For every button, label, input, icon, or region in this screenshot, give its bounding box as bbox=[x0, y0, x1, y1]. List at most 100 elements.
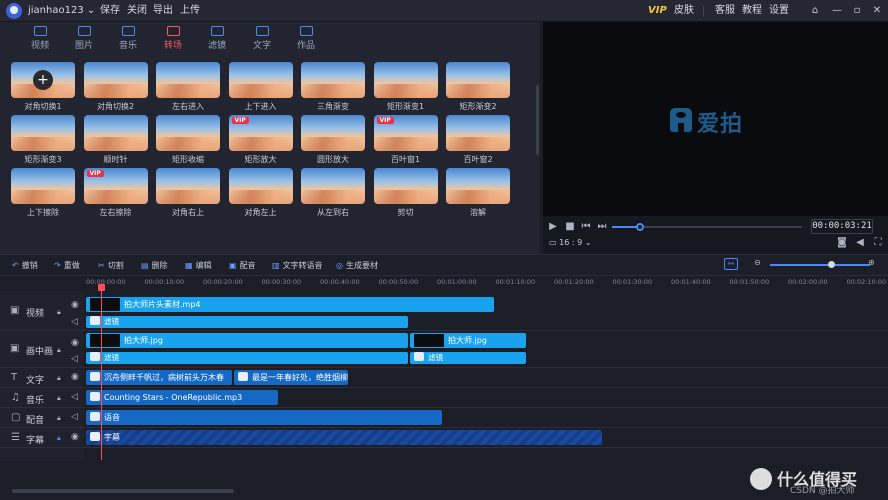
lock-icon[interactable]: 🔒︎ bbox=[57, 394, 61, 403]
filter-clip[interactable]: 滤镜 bbox=[86, 316, 408, 328]
transition-item[interactable]: 矩形渐变1 bbox=[373, 62, 438, 112]
tab-filter[interactable]: 滤镜 bbox=[197, 22, 237, 51]
support-menu[interactable]: 客服 bbox=[715, 0, 735, 22]
zoom-in-icon[interactable]: ⊕ bbox=[868, 258, 875, 267]
playhead-line[interactable] bbox=[101, 285, 102, 460]
voiceover-button[interactable]: ▣ 配音 bbox=[229, 260, 256, 271]
transition-item[interactable]: 对角切换2 bbox=[83, 62, 148, 112]
video-clip[interactable]: 拍大师片头素材.mp4 bbox=[86, 297, 494, 312]
settings-menu[interactable]: 设置 bbox=[769, 0, 789, 22]
transition-item[interactable]: 矩形收缩 bbox=[156, 115, 220, 165]
transition-item[interactable]: 剪切 bbox=[373, 168, 438, 218]
camera-icon[interactable]: ◙ bbox=[836, 237, 848, 249]
transition-item[interactable]: VIP 百叶窗1 bbox=[373, 115, 438, 165]
fit-timeline-icon[interactable]: ⇿ bbox=[724, 258, 738, 270]
text-clip[interactable]: 沉舟侧畔千帆过，病树前头万木春 bbox=[86, 370, 232, 385]
transition-item[interactable]: 百叶窗2 bbox=[446, 115, 510, 165]
redo-button[interactable]: ↷ 重做 bbox=[54, 260, 80, 271]
pip-clip[interactable]: 拍大师.jpg bbox=[410, 333, 526, 348]
home-icon[interactable]: ⌂ bbox=[808, 0, 822, 22]
tab-video[interactable]: 视频 bbox=[20, 22, 60, 51]
transition-item[interactable]: 三角渐变 bbox=[301, 62, 365, 112]
minimize-icon[interactable]: — bbox=[830, 0, 844, 22]
delete-button[interactable]: ▤ 删除 bbox=[141, 260, 168, 271]
close-icon[interactable]: ✕ bbox=[870, 0, 884, 22]
vip-button[interactable]: VIP bbox=[648, 0, 667, 22]
close-menu[interactable]: 关闭 bbox=[127, 0, 147, 22]
cut-button[interactable]: ✂ 切割 bbox=[98, 260, 124, 271]
eye-icon[interactable]: ◉ bbox=[71, 372, 79, 382]
undo-button[interactable]: ↶ 撤销 bbox=[12, 260, 38, 271]
lock-icon[interactable]: 🔒︎ bbox=[57, 374, 61, 383]
skin-menu[interactable]: 皮肤 bbox=[674, 0, 694, 22]
subtitle-clip[interactable]: 字幕 bbox=[86, 430, 602, 445]
zoom-out-icon[interactable]: ⊖ bbox=[754, 258, 761, 267]
speaker-icon[interactable]: ◁ bbox=[71, 392, 78, 402]
add-transition-icon[interactable]: + bbox=[33, 70, 53, 90]
tutorial-menu[interactable]: 教程 bbox=[742, 0, 762, 22]
tab-transition[interactable]: 转场 bbox=[153, 22, 193, 51]
lock-icon[interactable]: 🔒︎ bbox=[57, 346, 61, 355]
transition-item[interactable]: VIP 矩形放大 bbox=[228, 115, 293, 165]
stop-icon[interactable]: ■ bbox=[564, 221, 576, 233]
transition-item[interactable]: 左右进入 bbox=[156, 62, 220, 112]
transition-item[interactable]: 矩形渐变3 bbox=[11, 115, 75, 165]
eye-icon[interactable]: ◉ bbox=[71, 300, 79, 310]
vip-badge: VIP bbox=[86, 170, 104, 177]
ruler-tick-label: 00:00:10:00 bbox=[144, 278, 185, 286]
tab-works[interactable]: 作品 bbox=[286, 22, 326, 51]
next-frame-icon[interactable]: ⏭ bbox=[596, 221, 608, 233]
transition-item[interactable]: 从左到右 bbox=[301, 168, 365, 218]
aspect-ratio-select[interactable]: ▭ 16 : 9 ⌄ bbox=[549, 238, 591, 247]
transition-item[interactable]: 溶解 bbox=[446, 168, 510, 218]
music-clip[interactable]: Counting Stars - OneRepublic.mp3 bbox=[86, 390, 278, 405]
text-to-speech-button[interactable]: ▥ 文字转语音 bbox=[272, 260, 323, 271]
upload-menu[interactable]: 上传 bbox=[180, 0, 200, 22]
playback-progress-handle[interactable] bbox=[636, 223, 644, 231]
pip-clip[interactable]: 拍大师.jpg bbox=[86, 333, 408, 348]
edit-icon: ▦ bbox=[185, 261, 193, 270]
transition-item[interactable]: 顺时针 bbox=[83, 115, 148, 165]
user-avatar[interactable] bbox=[6, 3, 22, 19]
speaker-icon[interactable]: ◁ bbox=[71, 317, 78, 327]
transition-item[interactable]: + 对角切换1 bbox=[11, 62, 75, 112]
text-clip[interactable]: 最是一年春好处，绝胜烟柳满... bbox=[234, 370, 348, 385]
transition-item[interactable]: 矩形渐变2 bbox=[446, 62, 510, 112]
zoom-slider-track[interactable] bbox=[770, 264, 870, 266]
play-icon[interactable]: ▶ bbox=[547, 221, 559, 233]
transition-item[interactable]: 对角左上 bbox=[228, 168, 293, 218]
speaker-icon[interactable]: ◁ bbox=[71, 354, 78, 364]
playhead-handle[interactable] bbox=[98, 284, 105, 291]
prev-frame-icon[interactable]: ⏮ bbox=[580, 221, 592, 233]
transition-item[interactable]: VIP 左右擦除 bbox=[83, 168, 148, 218]
voiceover-clip[interactable]: 语音 bbox=[86, 410, 442, 425]
zoom-slider-handle[interactable] bbox=[828, 261, 835, 268]
lock-icon[interactable]: 🔒︎ bbox=[57, 308, 61, 317]
generate-material-button[interactable]: ◎ 生成要材 bbox=[336, 260, 378, 271]
volume-icon[interactable]: ◀ bbox=[854, 237, 866, 249]
lock-icon[interactable]: 🔒︎ bbox=[57, 434, 61, 443]
preview-logo-text: 爱拍 bbox=[697, 112, 744, 137]
lock-icon[interactable]: 🔒︎ bbox=[57, 414, 61, 423]
tab-image[interactable]: 图片 bbox=[64, 22, 104, 51]
transition-item[interactable]: 圆形放大 bbox=[301, 115, 365, 165]
maximize-icon[interactable]: ▫ bbox=[850, 0, 864, 22]
library-scrollbar[interactable] bbox=[536, 85, 539, 155]
speaker-icon[interactable]: ◁ bbox=[71, 412, 78, 422]
timecode-display[interactable]: 00:00:03:21 bbox=[811, 219, 873, 234]
edit-button[interactable]: ▦ 编辑 bbox=[185, 260, 212, 271]
transition-item[interactable]: 对角右上 bbox=[156, 168, 220, 218]
eye-icon[interactable]: ◉ bbox=[71, 338, 79, 348]
transition-item[interactable]: 上下擦除 bbox=[11, 168, 75, 218]
timeline-scrollbar[interactable] bbox=[12, 489, 234, 493]
export-menu[interactable]: 导出 bbox=[153, 0, 173, 22]
tab-music[interactable]: 音乐 bbox=[108, 22, 148, 51]
filter-clip[interactable]: 滤镜 bbox=[410, 352, 526, 364]
save-menu[interactable]: 保存 bbox=[100, 0, 120, 22]
tab-text[interactable]: 文字 bbox=[242, 22, 282, 51]
username-dropdown[interactable]: jianhao123 ⌄ bbox=[28, 0, 95, 22]
fullscreen-icon[interactable]: ⛶ bbox=[872, 237, 884, 249]
filter-clip[interactable]: 滤镜 bbox=[86, 352, 408, 364]
transition-item[interactable]: 上下进入 bbox=[228, 62, 293, 112]
eye-icon[interactable]: ◉ bbox=[71, 432, 79, 442]
